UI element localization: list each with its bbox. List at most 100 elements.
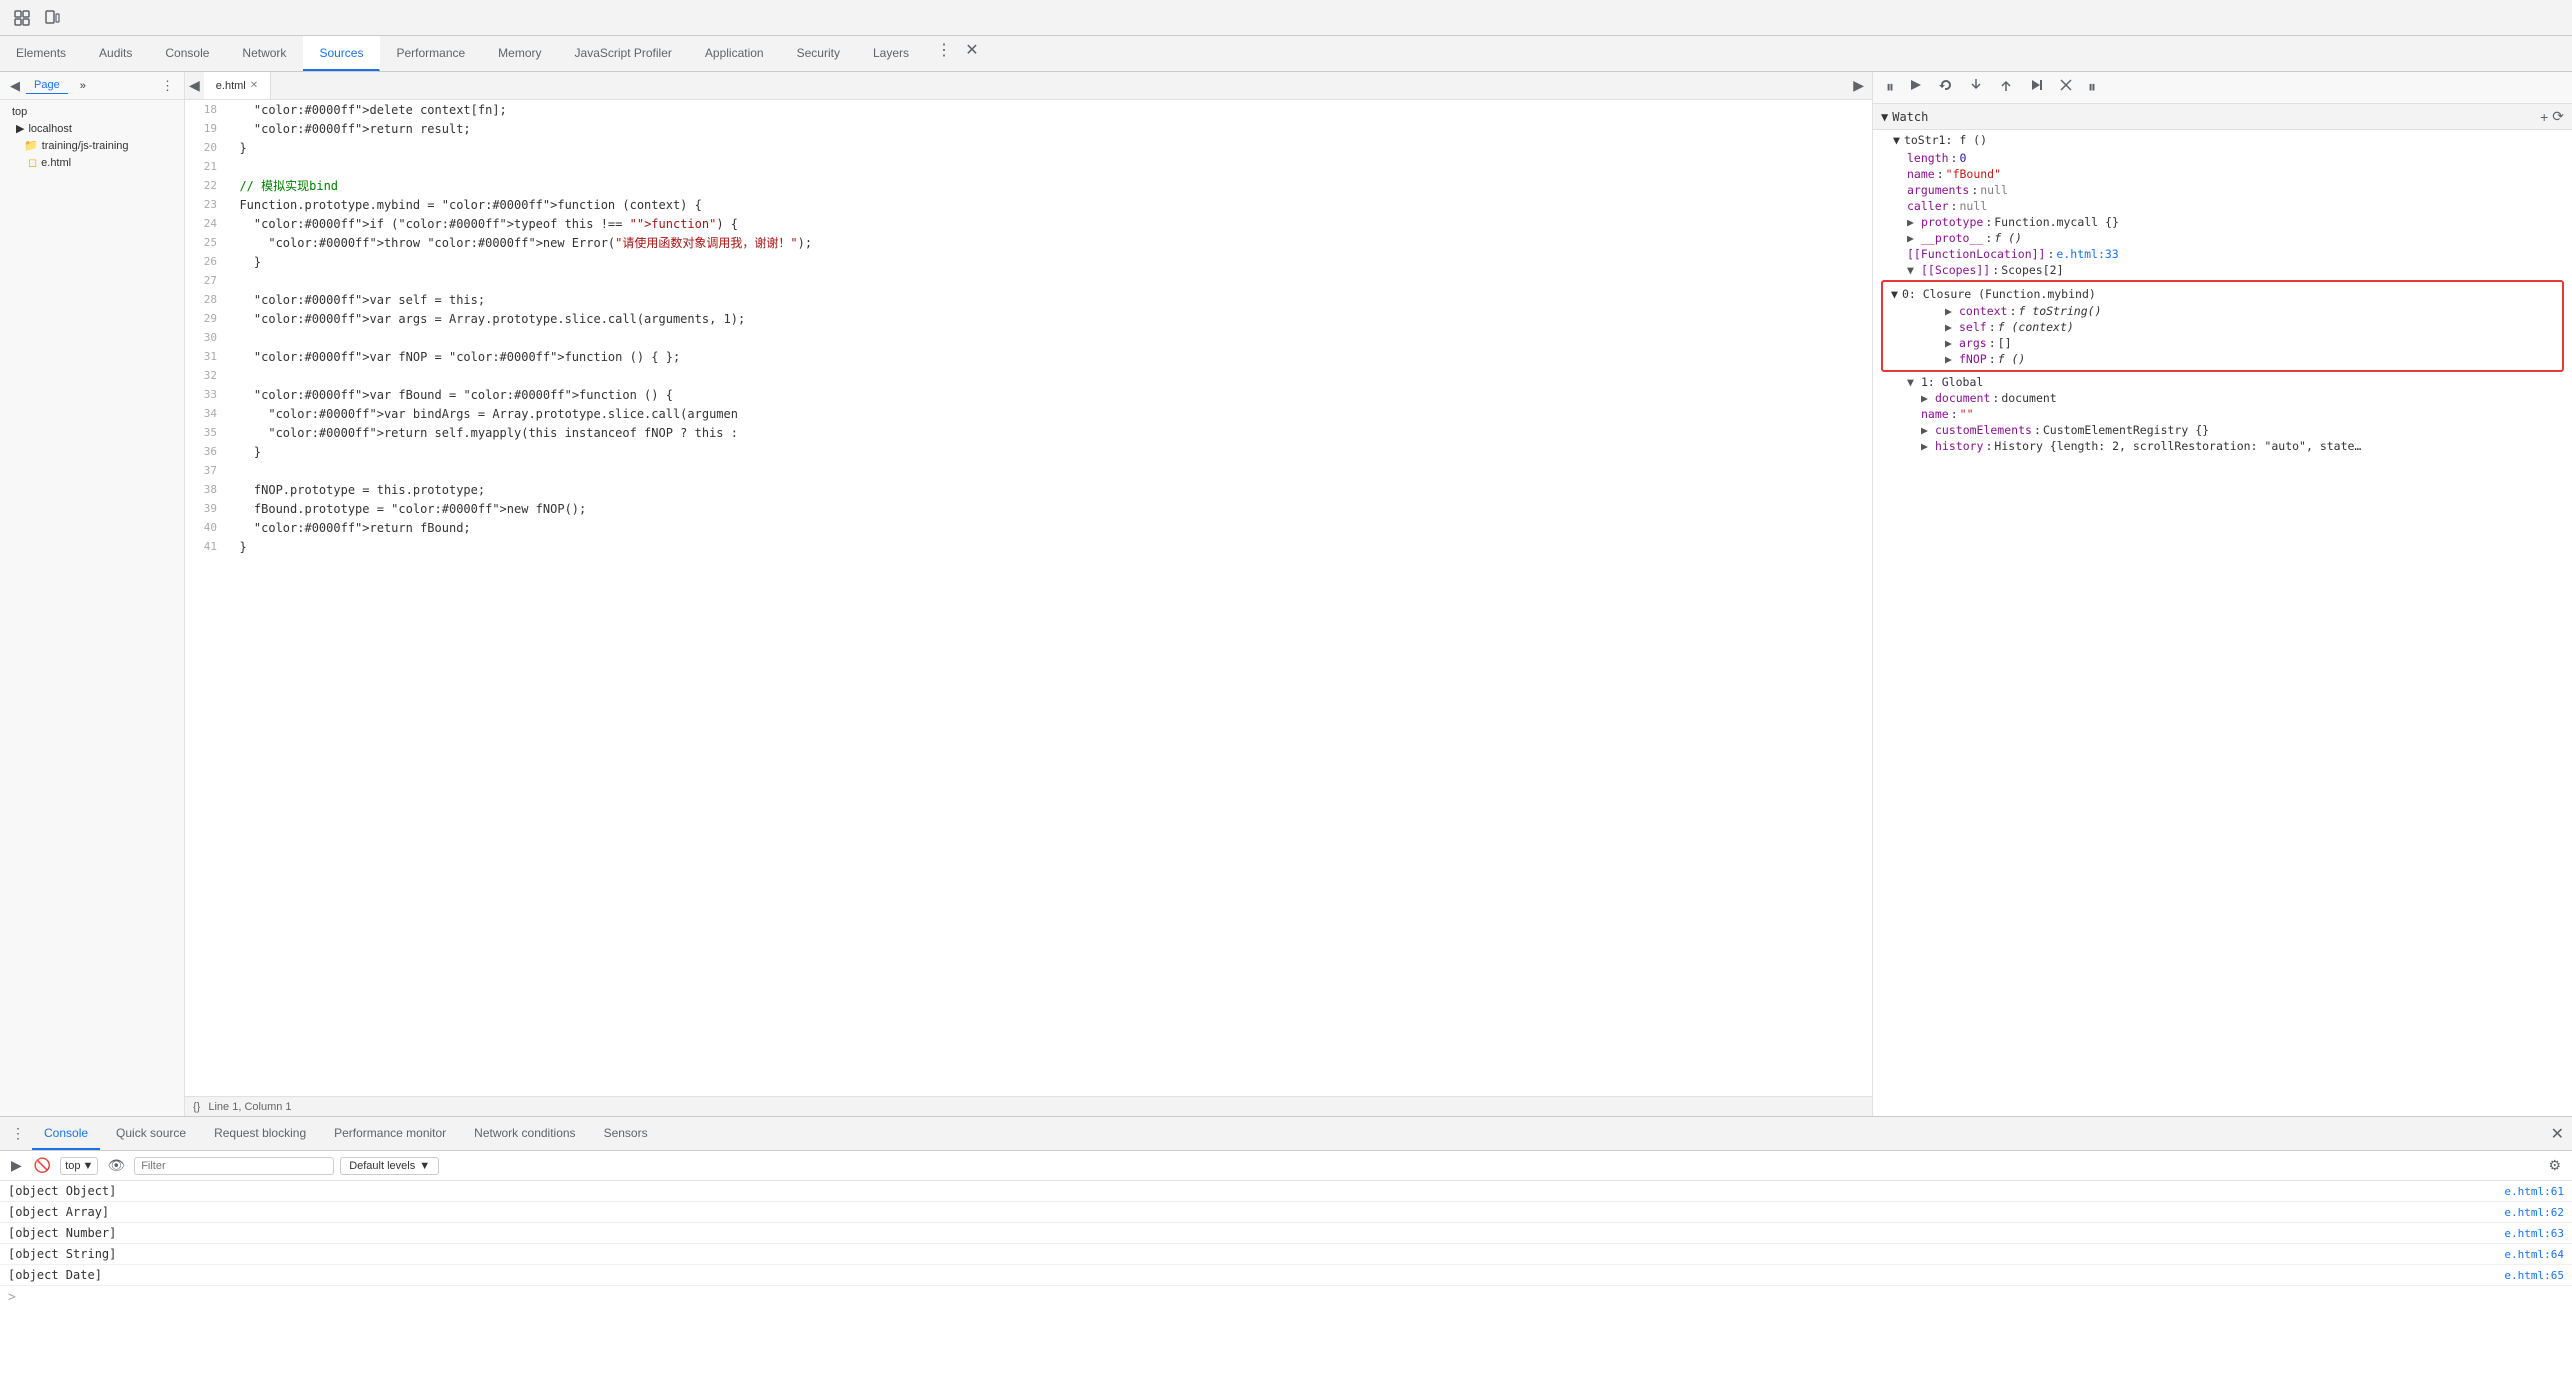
line-number: 36 — [185, 442, 225, 461]
watch-title: Watch — [1892, 110, 1928, 124]
sidebar-tab-more[interactable]: » — [72, 78, 94, 94]
sidebar-item-top[interactable]: top — [0, 104, 184, 120]
console-row-link[interactable]: e.html:64 — [2504, 1248, 2564, 1261]
levels-label: Default levels — [349, 1160, 415, 1172]
console-input-row: > — [0, 1286, 2572, 1309]
watch-add-btn[interactable]: + — [2540, 108, 2548, 125]
tab-audits[interactable]: Audits — [83, 36, 149, 71]
closure-self-val: f (context) — [1998, 320, 2074, 334]
sidebar-back-btn[interactable]: ◀ — [8, 76, 22, 96]
tostr1-section[interactable]: ▼ toStr1: f () — [1873, 130, 2572, 150]
prop-proto-val: f () — [1994, 231, 2022, 245]
editor-sidebar-toggle[interactable]: ◀ — [185, 75, 204, 96]
step-out-btn[interactable] — [1993, 74, 2019, 101]
tab-application[interactable]: Application — [689, 36, 781, 71]
closure-fnop[interactable]: ▶ fNOP: f () — [1883, 351, 2562, 367]
prop-prototype-val: Function.mycall {} — [1994, 215, 2119, 229]
step-into-btn[interactable] — [1963, 74, 1989, 101]
bottom-tab-sensors[interactable]: Sensors — [592, 1117, 660, 1150]
console-row-link[interactable]: e.html:61 — [2504, 1185, 2564, 1198]
fn-location-link[interactable]: e.html:33 — [2056, 247, 2118, 261]
tab-layers[interactable]: Layers — [857, 36, 926, 71]
sidebar-item-training[interactable]: 📁 training/js-training — [0, 137, 184, 154]
sidebar-item-localhost[interactable]: ▶ localhost — [0, 120, 184, 137]
console-run-btn[interactable]: ▶ — [8, 1154, 25, 1177]
console-toolbar: ▶ 🚫 top ▼ 👁 Default levels ▼ ⚙ — [0, 1151, 2572, 1181]
code-line-text: "color:#0000ff">var bindArgs = Array.pro… — [225, 404, 1872, 423]
console-eye-btn[interactable]: 👁 — [104, 1154, 128, 1177]
console-row-link[interactable]: e.html:63 — [2504, 1227, 2564, 1240]
prop-prototype-key: prototype — [1921, 215, 1983, 229]
more-tabs-btn[interactable]: ⋮ — [930, 36, 958, 64]
closure-context[interactable]: ▶ context: f toString() — [1883, 303, 2562, 319]
sidebar-menu-btn[interactable]: ⋮ — [159, 76, 176, 96]
close-devtools-btn[interactable]: ✕ — [958, 36, 986, 64]
bottom-tab-perf-monitor[interactable]: Performance monitor — [322, 1117, 458, 1150]
global-section[interactable]: ▼ 1: Global — [1873, 374, 2572, 390]
code-editor[interactable]: 18 "color:#0000ff">delete context[fn];19… — [185, 100, 1872, 1096]
step-forward-btn[interactable] — [2023, 74, 2049, 101]
console-settings-btn[interactable]: ⚙ — [2545, 1154, 2564, 1177]
table-row: 33 "color:#0000ff">var fBound = "color:#… — [185, 385, 1872, 404]
bottom-tab-console[interactable]: Console — [32, 1117, 100, 1150]
tab-sources[interactable]: Sources — [303, 36, 380, 71]
step-over-btn[interactable] — [1933, 74, 1959, 101]
prop-caller-val: null — [1959, 199, 1987, 213]
line-number: 29 — [185, 309, 225, 328]
table-row: 20 } — [185, 138, 1872, 157]
bottom-panel-close-btn[interactable]: ✕ — [2543, 1120, 2572, 1148]
device-toggle-btn[interactable] — [38, 4, 66, 32]
bottom-menu-btn[interactable]: ⋮ — [8, 1122, 28, 1145]
tab-performance[interactable]: Performance — [380, 36, 482, 71]
tab-js-profiler[interactable]: JavaScript Profiler — [559, 36, 689, 71]
tab-elements[interactable]: Elements — [0, 36, 83, 71]
prop-length: length: 0 — [1873, 150, 2572, 166]
tab-security[interactable]: Security — [781, 36, 857, 71]
tab-memory[interactable]: Memory — [482, 36, 558, 71]
editor-file-tab-ehtml[interactable]: e.html ✕ — [204, 72, 271, 99]
code-line-text: fNOP.prototype = this.prototype; — [225, 480, 1872, 499]
pause-btn[interactable]: ⏸ — [1881, 76, 1899, 100]
pause-on-exception-btn[interactable]: ⏸ — [2083, 76, 2101, 100]
console-filter-input[interactable] — [134, 1157, 334, 1175]
prop-prototype[interactable]: ▶ prototype: Function.mycall {} — [1873, 214, 2572, 230]
console-row-link[interactable]: e.html:62 — [2504, 1206, 2564, 1219]
prop-proto[interactable]: ▶ __proto__: f () — [1873, 230, 2572, 246]
inspect-icon-btn[interactable] — [8, 4, 36, 32]
prop-length-key: length — [1907, 151, 1949, 165]
sidebar-tab-page[interactable]: Page — [26, 77, 68, 94]
closure-args[interactable]: ▶ args: [] — [1883, 335, 2562, 351]
tab-network[interactable]: Network — [226, 36, 303, 71]
bottom-tab-network-conditions[interactable]: Network conditions — [462, 1117, 587, 1150]
console-input[interactable] — [22, 1291, 2564, 1305]
resume-btn[interactable] — [1903, 74, 1929, 101]
global-history[interactable]: ▶ history: History {length: 2, scrollRes… — [1873, 438, 2572, 454]
line-number: 34 — [185, 404, 225, 423]
table-row: 18 "color:#0000ff">delete context[fn]; — [185, 100, 1872, 119]
closure-self[interactable]: ▶ self: f (context) — [1883, 319, 2562, 335]
sidebar-item-ehtml[interactable]: ◻ e.html — [0, 154, 184, 171]
global-custom-elements[interactable]: ▶ customElements: CustomElementRegistry … — [1873, 422, 2572, 438]
watch-refresh-btn[interactable]: ⟳ — [2552, 108, 2564, 125]
console-clear-btn[interactable]: 🚫 — [31, 1154, 54, 1177]
prop-scopes[interactable]: ▼ [[Scopes]]: Scopes[2] — [1873, 262, 2572, 278]
deactivate-breakpoints-btn[interactable] — [2053, 74, 2079, 101]
bottom-tab-quicksource[interactable]: Quick source — [104, 1117, 198, 1150]
file-icon: ◻ — [28, 156, 37, 169]
console-context-select[interactable]: top ▼ — [60, 1157, 98, 1175]
console-row-link[interactable]: e.html:65 — [2504, 1269, 2564, 1282]
bottom-tab-request-blocking[interactable]: Request blocking — [202, 1117, 318, 1150]
closure-box: ▼ 0: Closure (Function.mybind) ▶ context… — [1881, 280, 2564, 372]
global-history-key: history — [1935, 439, 1983, 453]
sidebar-header: ◀ Page » ⋮ — [0, 72, 184, 100]
global-document[interactable]: ▶ document: document — [1873, 390, 2572, 406]
context-label: top — [65, 1160, 80, 1172]
watch-expand-icon[interactable]: ▼ — [1881, 110, 1888, 124]
folder-icon: 📁 — [24, 139, 38, 152]
localhost-label: localhost — [28, 123, 71, 135]
editor-tab-close[interactable]: ✕ — [250, 80, 258, 91]
closure-title[interactable]: ▼ 0: Closure (Function.mybind) — [1883, 285, 2562, 303]
editor-run-btn[interactable]: ▶ — [1845, 75, 1872, 96]
console-levels-btn[interactable]: Default levels ▼ — [340, 1157, 439, 1175]
tab-console[interactable]: Console — [149, 36, 226, 71]
